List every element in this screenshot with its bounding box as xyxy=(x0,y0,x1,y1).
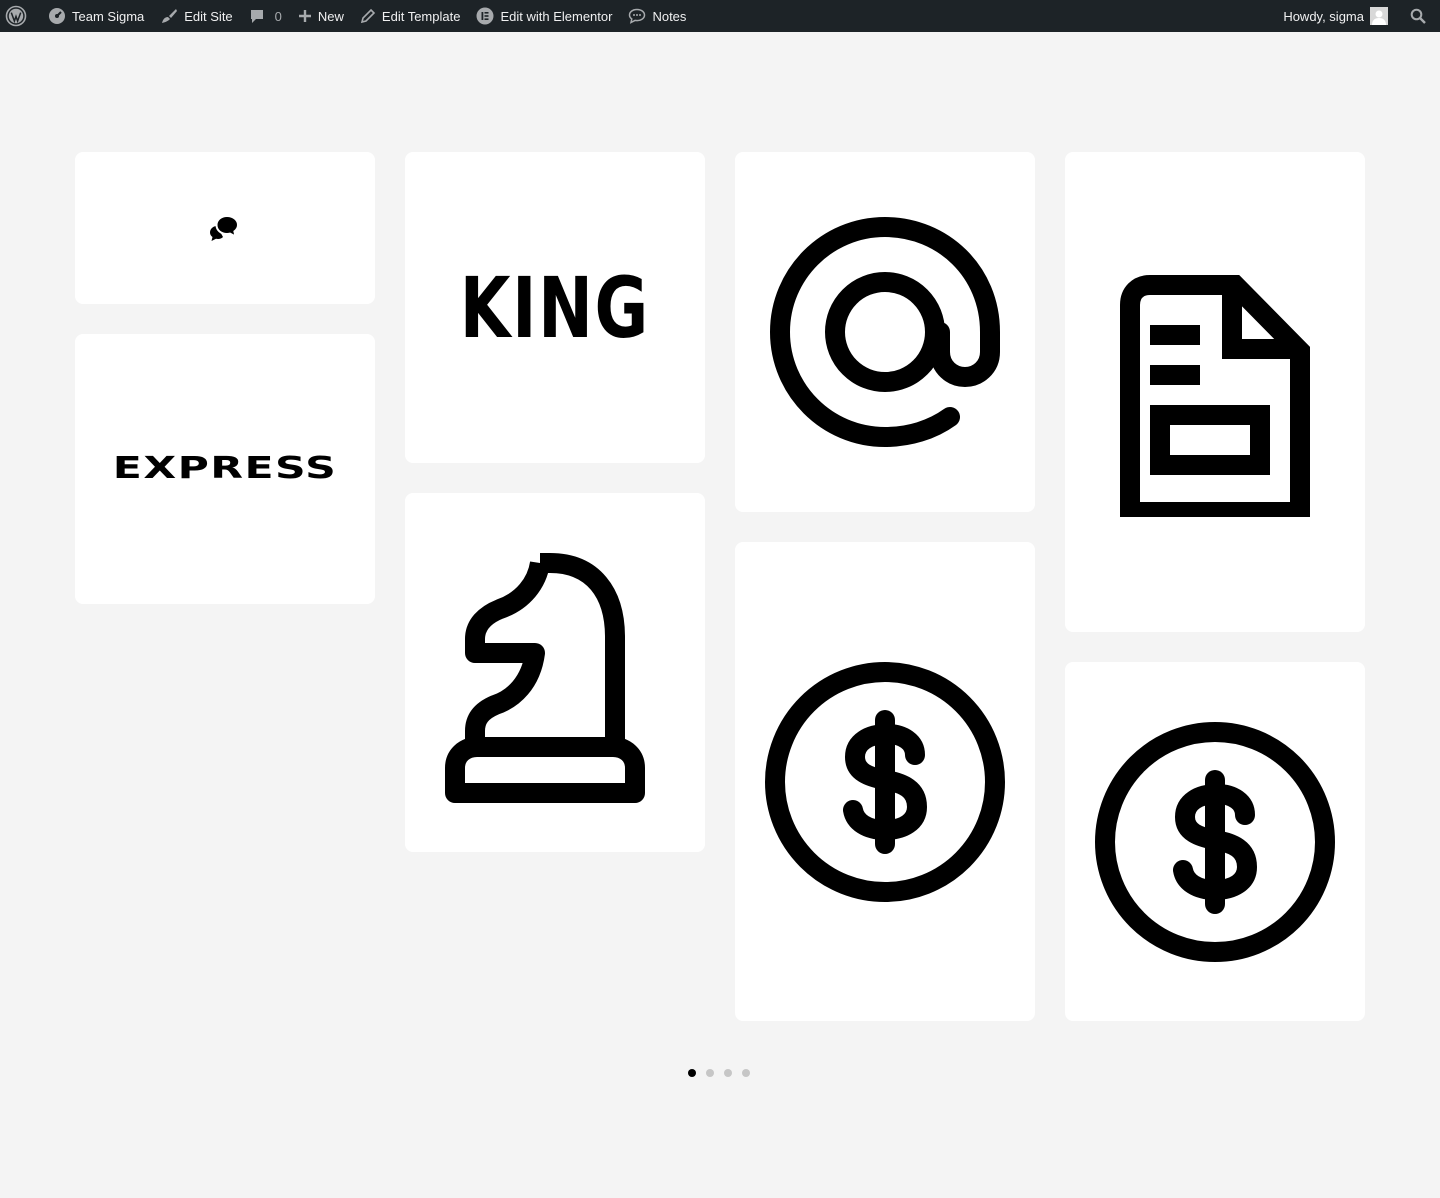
express-logo: EXPRESS xyxy=(112,451,338,486)
wordpress-icon xyxy=(5,5,27,27)
edit-template-label: Edit Template xyxy=(381,8,461,24)
search-icon xyxy=(1410,8,1426,24)
dashboard-gauge-icon xyxy=(49,8,65,24)
plus-icon xyxy=(298,10,311,22)
notes-bubble-icon xyxy=(629,8,646,24)
avatar xyxy=(1370,7,1388,25)
user-silhouette-icon xyxy=(1372,10,1386,25)
at-sign-icon xyxy=(770,217,1000,447)
chess-knight-icon xyxy=(445,552,645,803)
document-icon xyxy=(1120,275,1310,517)
howdy-label: Howdy, sigma xyxy=(1283,8,1364,24)
king-logo: KING xyxy=(459,258,651,357)
edit-with-elementor-link[interactable]: Edit with Elementor xyxy=(468,0,620,32)
edit-site-label: Edit Site xyxy=(184,8,233,24)
carousel-pagination xyxy=(688,1069,750,1077)
notes-label: Notes xyxy=(652,8,687,24)
new-label: New xyxy=(317,8,344,24)
comment-icon xyxy=(250,10,263,23)
logo-card-document[interactable] xyxy=(1065,152,1365,632)
logo-card-dollar-2[interactable] xyxy=(1065,662,1365,1021)
pencil-icon xyxy=(360,8,376,24)
search-button[interactable] xyxy=(1396,0,1440,32)
dollar-coin-icon xyxy=(765,661,1005,902)
notes-link[interactable]: Notes xyxy=(620,0,694,32)
logo-card-chat[interactable] xyxy=(75,152,375,304)
logo-card-express[interactable]: EXPRESS xyxy=(75,334,375,604)
logo-card-at-sign[interactable] xyxy=(735,152,1035,512)
comments-link[interactable]: 0 xyxy=(241,0,290,32)
admin-bar: Team Sigma Edit Site 0 New Edit Template… xyxy=(0,0,1440,32)
dollar-coin-icon xyxy=(1095,721,1335,962)
site-name-label: Team Sigma xyxy=(72,8,145,24)
comments-count: 0 xyxy=(274,8,282,24)
elementor-icon xyxy=(476,7,494,25)
chat-bubbles-icon xyxy=(210,214,240,241)
pagination-dot-4[interactable] xyxy=(742,1069,750,1077)
pagination-dot-3[interactable] xyxy=(724,1069,732,1077)
site-name-link[interactable]: Team Sigma xyxy=(40,0,152,32)
edit-site-link[interactable]: Edit Site xyxy=(152,0,240,32)
new-content-link[interactable]: New xyxy=(290,0,352,32)
edit-with-elementor-label: Edit with Elementor xyxy=(500,8,613,24)
my-account-link[interactable]: Howdy, sigma xyxy=(1275,0,1396,32)
brush-icon xyxy=(162,9,178,23)
logo-card-king[interactable]: KING xyxy=(405,152,705,463)
logo-card-chess-knight[interactable] xyxy=(405,493,705,852)
admin-bar-left: Team Sigma Edit Site 0 New Edit Template… xyxy=(0,0,694,32)
logo-card-dollar-1[interactable] xyxy=(735,542,1035,1021)
wordpress-logo-button[interactable] xyxy=(0,0,40,32)
pagination-dot-1[interactable] xyxy=(688,1069,696,1077)
admin-bar-right: Howdy, sigma xyxy=(1275,0,1440,32)
edit-template-link[interactable]: Edit Template xyxy=(352,0,469,32)
pagination-dot-2[interactable] xyxy=(706,1069,714,1077)
